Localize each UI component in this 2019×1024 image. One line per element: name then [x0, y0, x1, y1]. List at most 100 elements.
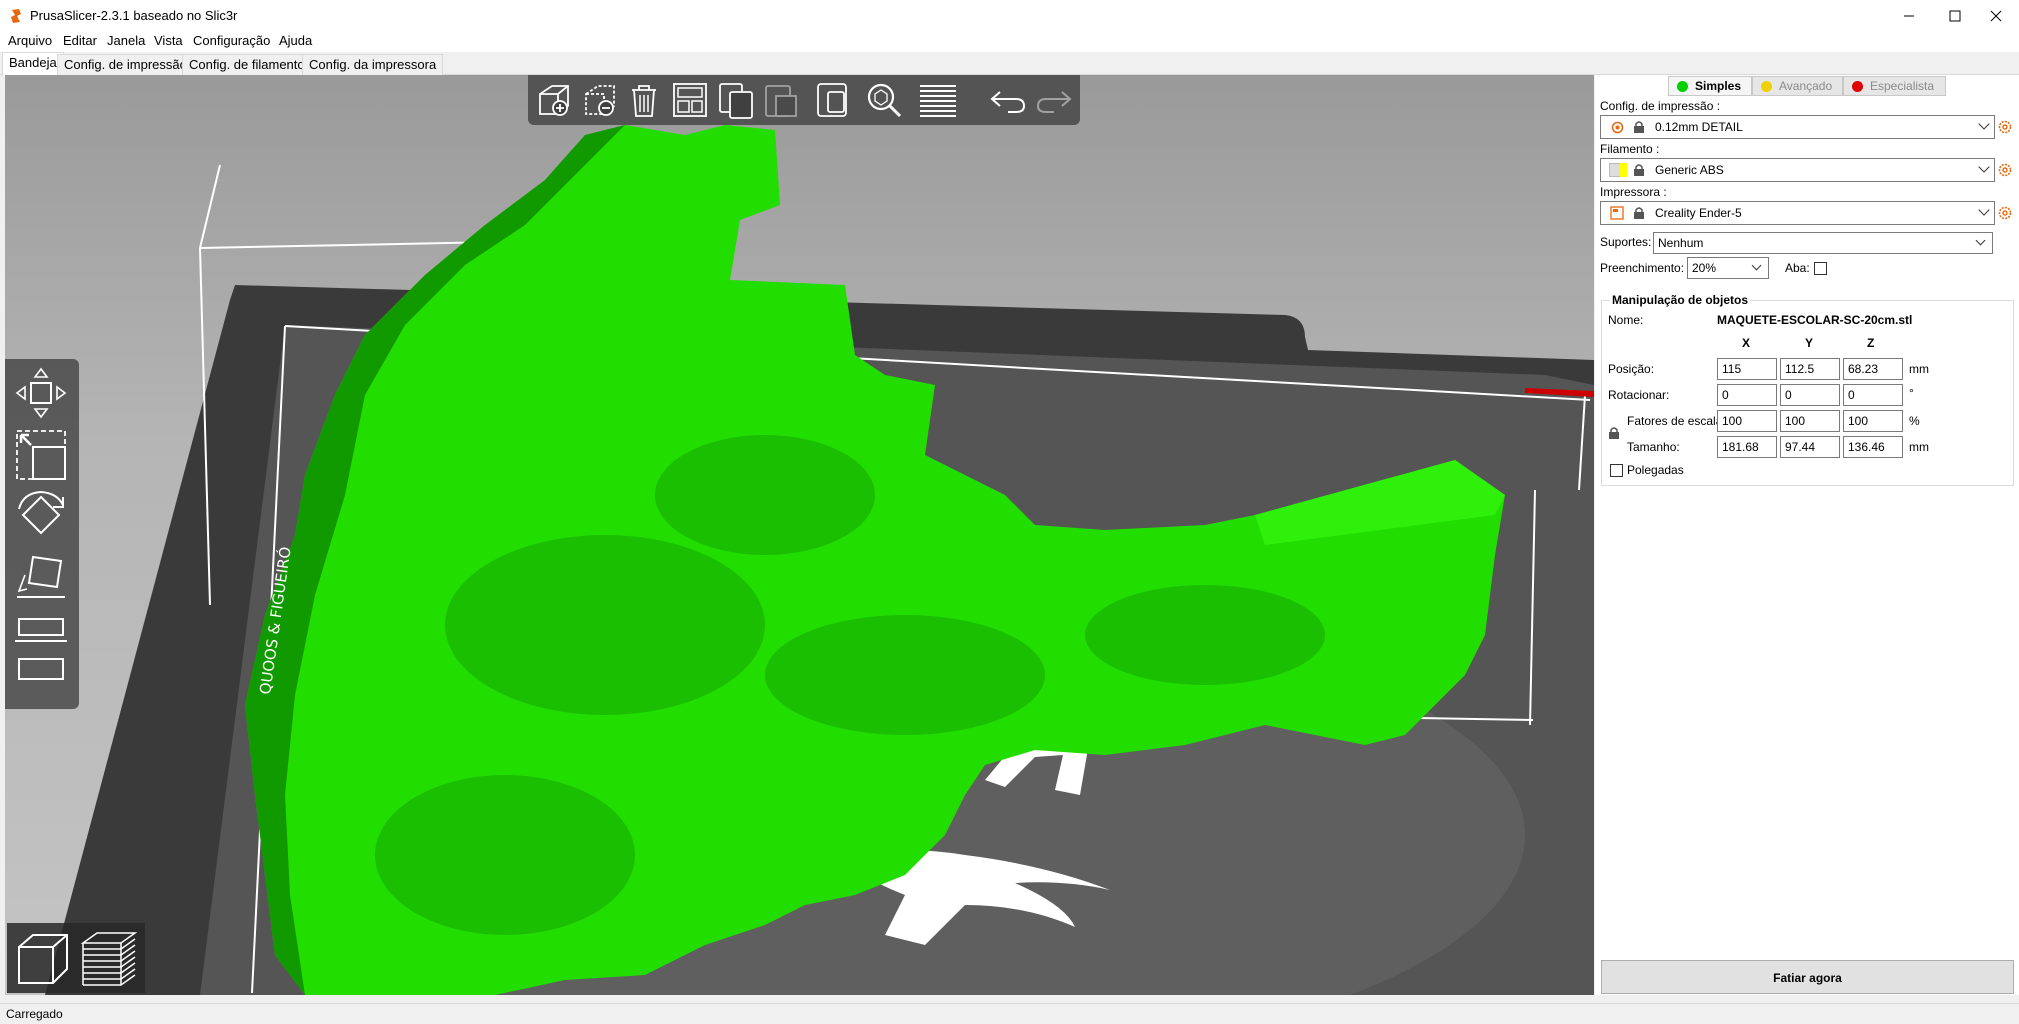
menu-arquivo[interactable]: Arquivo — [8, 33, 52, 48]
scale-y-input[interactable]: 100 — [1780, 410, 1840, 432]
preset-system-icon — [1611, 121, 1624, 134]
place-on-face-icon[interactable] — [13, 549, 69, 605]
printer-gear-icon[interactable] — [1997, 205, 2013, 221]
mode-simple-button[interactable]: Simples — [1668, 76, 1752, 96]
scale-unit: % — [1909, 414, 1920, 428]
preview-layers-icon[interactable] — [79, 929, 139, 989]
brim-label: Aba: — [1785, 261, 1810, 275]
size-x-input[interactable]: 181.68 — [1717, 436, 1777, 458]
move-icon[interactable] — [13, 365, 69, 421]
infill-combo[interactable]: 20% — [1687, 257, 1769, 279]
menu-ajuda[interactable]: Ajuda — [279, 33, 312, 48]
inches-label: Polegadas — [1627, 463, 1684, 477]
chevron-down-icon — [1978, 161, 1990, 173]
size-label: Tamanho: — [1627, 440, 1680, 454]
rotate-icon[interactable] — [13, 487, 69, 543]
redo-icon[interactable] — [1034, 80, 1074, 120]
position-label: Posição: — [1608, 362, 1655, 376]
mode-simple-label: Simples — [1695, 79, 1742, 93]
inches-checkbox[interactable] — [1610, 464, 1623, 477]
maximize-icon — [1949, 10, 1961, 22]
prusaslicer-logo-icon — [11, 9, 21, 23]
menu-vista[interactable]: Vista — [154, 33, 183, 48]
arrange-icon[interactable] — [670, 80, 710, 120]
scale-x-input[interactable]: 100 — [1717, 410, 1777, 432]
chevron-down-icon — [1978, 204, 1990, 216]
position-unit: mm — [1909, 362, 1929, 376]
lock-icon — [1634, 164, 1644, 176]
position-x-input[interactable]: 115 — [1717, 358, 1777, 380]
right-sidebar: Simples Avançado Especialista Config. de… — [1595, 75, 2019, 995]
object-manipulation-group: Manipulação de objetos Nome: MAQUETE-ESC… — [1601, 293, 2014, 486]
print-settings-combo[interactable]: 0.12mm DETAIL — [1600, 115, 1995, 139]
rotation-z-input[interactable]: 0 — [1843, 384, 1903, 406]
lock-icon — [1634, 121, 1644, 133]
filament-combo[interactable]: Generic ABS — [1600, 158, 1995, 182]
undo-icon[interactable] — [988, 80, 1028, 120]
paste-icon[interactable] — [760, 80, 800, 120]
axis-z-header: Z — [1867, 336, 1875, 350]
delete-icon[interactable] — [580, 80, 620, 120]
minimize-button[interactable] — [1886, 0, 1932, 32]
size-y-input[interactable]: 97.44 — [1780, 436, 1840, 458]
mode-advanced-label: Avançado — [1779, 79, 1833, 93]
menu-editar[interactable]: Editar — [63, 33, 97, 48]
instances-icon[interactable] — [814, 80, 854, 120]
layers-editing-icon[interactable] — [918, 80, 958, 120]
position-z-input[interactable]: 68.23 — [1843, 358, 1903, 380]
tab-printer-settings[interactable]: Config. da impressora — [302, 54, 444, 75]
scale-lock-icon[interactable] — [1608, 426, 1620, 440]
chevron-down-icon — [1751, 260, 1762, 271]
expert-mode-dot-icon — [1852, 81, 1863, 92]
printer-combo[interactable]: Creality Ender-5 — [1600, 201, 1995, 225]
delete-all-icon[interactable] — [624, 80, 664, 120]
print-settings-gear-icon[interactable] — [1997, 119, 2013, 135]
supports-value: Nenhum — [1658, 236, 1704, 250]
rotation-label: Rotacionar: — [1608, 388, 1670, 402]
size-z-input[interactable]: 136.46 — [1843, 436, 1903, 458]
menu-configuracao[interactable]: Configuração — [193, 33, 270, 48]
advanced-mode-dot-icon — [1761, 81, 1772, 92]
scale-icon[interactable] — [13, 427, 69, 483]
printer-label: Impressora : — [1600, 185, 1667, 199]
position-y-input[interactable]: 112.5 — [1780, 358, 1840, 380]
print-settings-label: Config. de impressão : — [1600, 99, 1721, 113]
gizmo-toolbar — [5, 359, 79, 709]
object-name-label: Nome: — [1608, 313, 1644, 327]
chevron-down-icon — [1975, 235, 1986, 246]
main-tabs: Bandeja Config. de impressão Config. de … — [0, 52, 2019, 76]
top-toolbar — [528, 75, 1080, 125]
chevron-down-icon — [1978, 118, 1990, 130]
object-name-value: MAQUETE-ESCOLAR-SC-20cm.stl — [1717, 313, 1913, 327]
supports-label: Suportes: — [1600, 235, 1652, 249]
mode-expert-button[interactable]: Especialista — [1843, 76, 1946, 96]
title-bar: PrusaSlicer-2.3.1 baseado no Slic3r — [0, 0, 2019, 32]
window-title: PrusaSlicer-2.3.1 baseado no Slic3r — [30, 8, 238, 23]
supports-combo[interactable]: Nenhum — [1653, 232, 1993, 254]
simple-mode-dot-icon — [1677, 81, 1688, 92]
printer-preset-icon — [1610, 206, 1624, 220]
axis-y-header: Y — [1805, 336, 1814, 350]
rotation-y-input[interactable]: 0 — [1780, 384, 1840, 406]
3d-view-icon[interactable] — [13, 929, 73, 989]
close-button[interactable] — [1973, 0, 2019, 32]
minimize-icon — [1904, 15, 1914, 17]
scale-label: Fatores de escala: — [1627, 414, 1726, 428]
rotation-x-input[interactable]: 0 — [1717, 384, 1777, 406]
tab-filament-settings[interactable]: Config. de filamento — [182, 54, 312, 75]
mode-advanced-button[interactable]: Avançado — [1752, 76, 1843, 96]
support-paint-icon[interactable] — [13, 649, 69, 705]
maximize-button[interactable] — [1932, 0, 1978, 32]
tab-bandeja[interactable]: Bandeja — [2, 52, 64, 76]
copy-icon[interactable] — [716, 80, 756, 120]
filament-gear-icon[interactable] — [1997, 162, 2013, 178]
slice-now-button[interactable]: Fatiar agora — [1601, 960, 2014, 994]
tab-print-settings[interactable]: Config. de impressão — [57, 54, 194, 75]
brim-checkbox[interactable] — [1814, 262, 1827, 275]
menu-janela[interactable]: Janela — [107, 33, 145, 48]
add-icon[interactable] — [534, 80, 574, 120]
scale-z-input[interactable]: 100 — [1843, 410, 1903, 432]
infill-value: 20% — [1692, 261, 1717, 275]
3d-viewport[interactable]: QUOOS & FIGUEIRÓ — [5, 75, 1594, 995]
search-icon[interactable] — [864, 80, 904, 120]
